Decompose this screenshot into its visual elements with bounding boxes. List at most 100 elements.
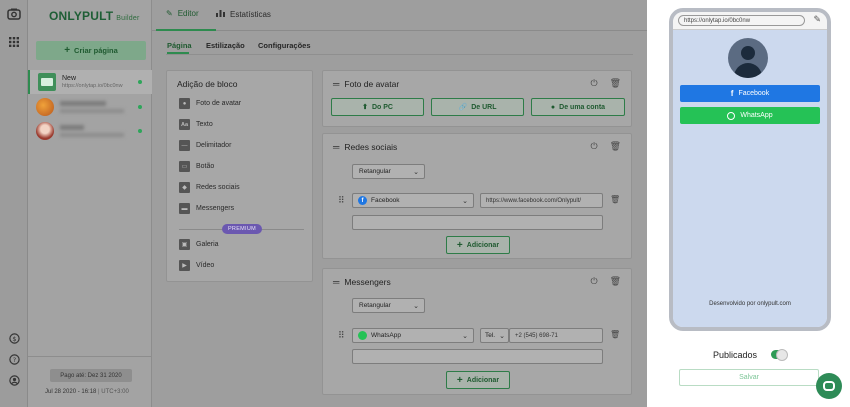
preview-facebook-button[interactable]: f Facebook — [680, 85, 820, 102]
page-item-new[interactable]: New https://onlytap.io/0bc0nw — [28, 70, 152, 94]
create-page-label: Criar página — [74, 46, 118, 55]
preview-credit: Desenvolvido por onlypult.com — [709, 301, 791, 307]
button-label: De URL — [471, 103, 497, 111]
chevron-down-icon: ⌄ — [413, 303, 419, 310]
active-tab-indicator — [156, 29, 216, 31]
timezone: UTC+3:00 — [101, 389, 129, 395]
create-page-button[interactable]: + Criar página — [36, 41, 146, 60]
power-icon[interactable]: ⏻ — [590, 141, 597, 152]
divider — [166, 54, 633, 55]
upload-from-account-button[interactable]: ● De uma conta — [531, 98, 625, 116]
trash-icon[interactable]: 🗑 — [610, 141, 621, 152]
social-extra-input[interactable] — [352, 215, 603, 230]
power-icon[interactable]: ⏻ — [590, 78, 597, 89]
datetime: Jul 28 2020 - 16:18 — [45, 389, 97, 395]
social-network-select[interactable]: f Facebook ⌄ — [352, 193, 474, 208]
drag-handle-icon[interactable]: ═ — [333, 277, 339, 287]
pages-sidebar: ONLYPULT Builder + Criar página New https… — [28, 0, 152, 407]
top-navigation: ✎ Editor Estatísticas — [152, 0, 647, 31]
block-divider[interactable]: — Delimitador — [179, 140, 231, 151]
page-item-2[interactable] — [28, 95, 152, 119]
card-actions: ⏻ 🗑 — [590, 78, 621, 89]
row-trash-icon[interactable]: 🗑 — [610, 195, 620, 204]
plus-icon: + — [64, 45, 71, 56]
tab-editor[interactable]: ✎ Editor — [166, 9, 199, 18]
subtab-page[interactable]: Página — [167, 41, 192, 50]
divider-icon: — — [179, 140, 190, 151]
divider — [28, 356, 152, 357]
block-video[interactable]: ▶ Vídeo — [179, 260, 214, 271]
block-gallery[interactable]: ▣ Galeria — [179, 239, 219, 250]
drag-handle-icon[interactable]: ═ — [333, 142, 339, 152]
upload-from-url-button[interactable]: 🔗 De URL — [431, 98, 524, 116]
messenger-select[interactable]: WhatsApp ⌄ — [352, 328, 474, 343]
add-messenger-button[interactable]: + Adicionar — [446, 371, 510, 389]
field-type-select[interactable]: Tel. ⌄ — [480, 328, 509, 343]
subtab-styling[interactable]: Estilização — [206, 41, 245, 50]
social-url-input[interactable]: https://www.facebook.com/Onlypult/ — [480, 193, 603, 208]
button-shape-select[interactable]: Retangular ⌄ — [352, 164, 425, 179]
block-button[interactable]: ▭ Botão — [179, 161, 214, 172]
plus-icon: + — [456, 239, 463, 251]
whatsapp-icon — [358, 331, 367, 340]
phone-input[interactable]: +2 (545) 698-71 — [509, 328, 603, 343]
gallery-icon: ▣ — [179, 239, 190, 250]
card-header: ═ Redes sociais — [333, 142, 397, 152]
published-toggle[interactable] — [771, 349, 788, 361]
apps-grid-icon[interactable] — [6, 34, 22, 50]
preview-whatsapp-button[interactable]: WhatsApp — [680, 107, 820, 124]
preview-address-bar: https://onlytap.io/0bc0nw ✎ — [673, 12, 827, 30]
save-button[interactable]: Salvar — [679, 369, 819, 386]
button-label: Facebook — [738, 90, 770, 97]
chat-bubble-icon — [823, 381, 835, 391]
chevron-down-icon: ⌄ — [413, 169, 419, 176]
preview-url[interactable]: https://onlytap.io/0bc0nw — [678, 15, 805, 26]
camera-logo-icon[interactable] — [6, 6, 22, 22]
row-trash-icon[interactable]: 🗑 — [610, 330, 620, 339]
messenger-extra-input[interactable] — [352, 349, 603, 364]
button-label: Adicionar — [466, 241, 500, 249]
page-active-dot — [138, 80, 142, 84]
social-networks-card: ═ Redes sociais ⏻ 🗑 Retangular ⌄ ⠿ f Fac… — [322, 133, 632, 259]
help-icon[interactable]: ? — [6, 351, 22, 367]
block-text[interactable]: Aa Texto — [179, 119, 213, 130]
block-palette: Adição de bloco ● Foto de avatar Aa Text… — [166, 70, 313, 282]
card-title: Redes sociais — [344, 142, 398, 152]
block-messengers[interactable]: ▬ Messengers — [179, 203, 234, 214]
drag-handle-icon[interactable]: ═ — [333, 79, 339, 89]
button-label: Adicionar — [466, 376, 500, 384]
billing-dollar-icon[interactable]: $ — [6, 330, 22, 346]
block-label: Foto de avatar — [196, 100, 242, 107]
people-icon: ◆ — [179, 182, 190, 193]
row-drag-handle-icon[interactable]: ⠿ — [338, 330, 345, 341]
power-icon[interactable]: ⏻ — [590, 276, 597, 287]
brand-logo: ONLYPULT Builder — [49, 9, 139, 23]
chat-icon: ▬ — [179, 203, 190, 214]
add-social-button[interactable]: + Adicionar — [446, 236, 510, 254]
page-name: New — [62, 74, 77, 82]
select-value: WhatsApp — [371, 332, 401, 339]
select-value: Facebook — [371, 197, 400, 204]
button-shape-select[interactable]: Retangular ⌄ — [352, 298, 425, 313]
chevron-down-icon: ⌄ — [499, 333, 505, 340]
page-item-3[interactable] — [28, 119, 152, 143]
upload-from-pc-button[interactable]: ⬆ Do PC — [331, 98, 424, 116]
subtab-settings[interactable]: Configurações — [258, 41, 311, 50]
block-avatar-photo[interactable]: ● Foto de avatar — [179, 98, 241, 109]
block-social[interactable]: ◆ Redes sociais — [179, 182, 240, 193]
trash-icon[interactable]: 🗑 — [610, 78, 621, 89]
account-icon[interactable] — [6, 372, 22, 388]
button-icon: ▭ — [179, 161, 190, 172]
avatar-photo-card: ═ Foto de avatar ⏻ 🗑 ⬆ Do PC 🔗 De URL ● … — [322, 70, 632, 127]
card-actions: ⏻ 🗑 — [590, 276, 621, 287]
support-chat-button[interactable] — [816, 373, 842, 399]
row-drag-handle-icon[interactable]: ⠿ — [338, 195, 345, 206]
tab-statistics[interactable]: Estatísticas — [216, 9, 271, 19]
link-icon: 🔗 — [458, 104, 468, 111]
button-label: De uma conta — [559, 103, 606, 111]
trash-icon[interactable]: 🗑 — [610, 276, 621, 287]
whatsapp-icon — [727, 111, 736, 120]
published-label: Publicados — [713, 350, 758, 360]
plus-icon: + — [456, 374, 463, 386]
edit-url-pencil-icon[interactable]: ✎ — [813, 14, 821, 25]
